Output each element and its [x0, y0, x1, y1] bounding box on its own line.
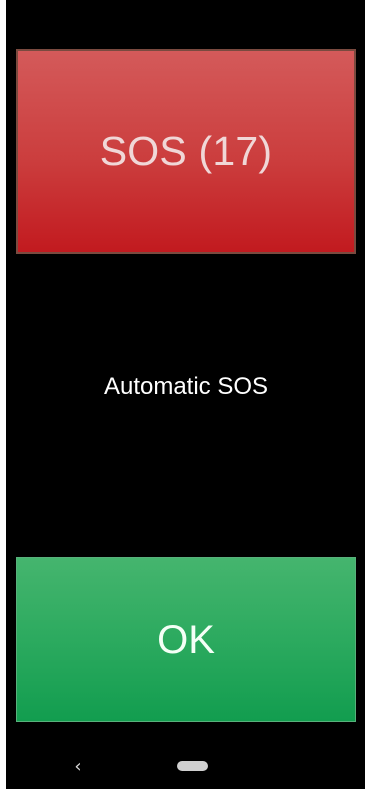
sos-button-label: SOS (17)	[99, 128, 273, 174]
back-icon[interactable]: ‹	[72, 758, 84, 776]
automatic-sos-text: Automatic SOS	[103, 373, 269, 400]
ok-button[interactable]: OK	[16, 557, 356, 722]
ok-button-label: OK	[157, 617, 215, 662]
sos-button[interactable]: SOS (17)	[16, 49, 356, 254]
app-screen: SOS (17) Automatic SOS OK ‹	[0, 0, 372, 789]
home-icon[interactable]	[177, 761, 208, 771]
